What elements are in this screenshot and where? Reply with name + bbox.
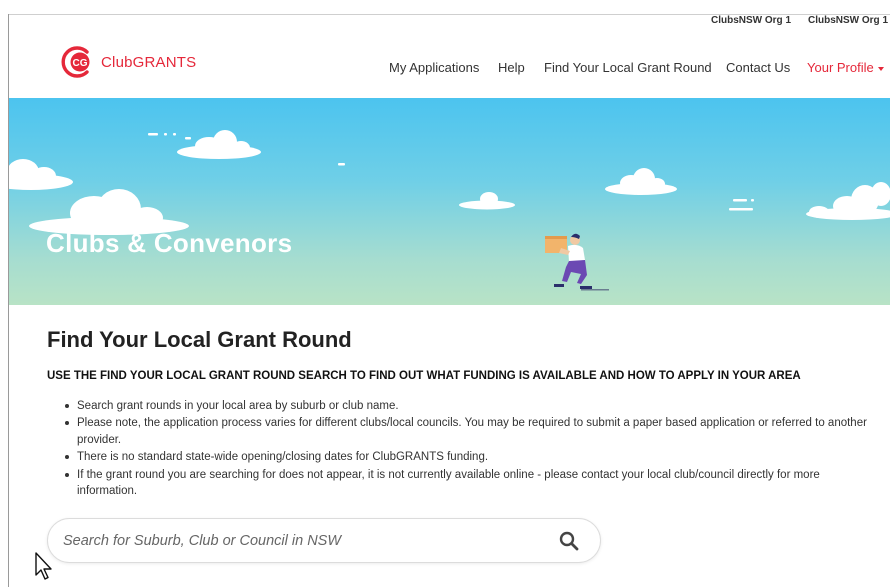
- site-header: CG ClubGRANTS My Applications Help Find …: [9, 30, 890, 98]
- hero-banner: Clubs & Convenors: [9, 98, 890, 305]
- org-switcher-bar: ClubsNSW Org 1 ClubsNSW Org 1: [9, 15, 890, 30]
- nav-find-grant-round[interactable]: Find Your Local Grant Round: [544, 60, 712, 75]
- hero-illustration: [9, 130, 890, 291]
- info-bullet-item: Search grant rounds in your local area b…: [62, 398, 882, 414]
- info-bullet-item: There is no standard state-wide opening/…: [62, 449, 882, 465]
- info-bullet-item: If the grant round you are searching for…: [62, 467, 882, 500]
- cursor-arrow-icon: [34, 551, 54, 581]
- nav-my-applications[interactable]: My Applications: [389, 60, 479, 75]
- caret-down-icon: [877, 66, 884, 71]
- org-link-secondary[interactable]: ClubsNSW Org 1: [808, 15, 888, 26]
- page-subheading: USE THE FIND YOUR LOCAL GRANT ROUND SEAR…: [47, 370, 801, 382]
- clubgrants-logo[interactable]: CG ClubGRANTS: [61, 44, 196, 80]
- search-input[interactable]: [63, 531, 533, 551]
- nav-your-profile-dropdown[interactable]: Your Profile: [807, 60, 884, 75]
- search-box: [47, 518, 601, 563]
- cg-logo-icon: CG: [61, 45, 95, 79]
- person-carrying-box-illustration: [545, 233, 609, 291]
- nav-help[interactable]: Help: [498, 60, 525, 75]
- nav-contact-us[interactable]: Contact Us: [726, 60, 790, 75]
- info-bullet-item: Please note, the application process var…: [62, 415, 882, 448]
- brand-name: ClubGRANTS: [101, 53, 197, 71]
- info-bullet-list: Search grant rounds in your local area b…: [62, 398, 882, 500]
- hero-title: Clubs & Convenors: [46, 228, 293, 258]
- org-link-primary[interactable]: ClubsNSW Org 1: [711, 15, 791, 26]
- search-icon[interactable]: [558, 530, 580, 552]
- page-title: Find Your Local Grant Round: [47, 327, 352, 352]
- profile-label: Your Profile: [807, 60, 874, 75]
- svg-text:CG: CG: [73, 58, 88, 69]
